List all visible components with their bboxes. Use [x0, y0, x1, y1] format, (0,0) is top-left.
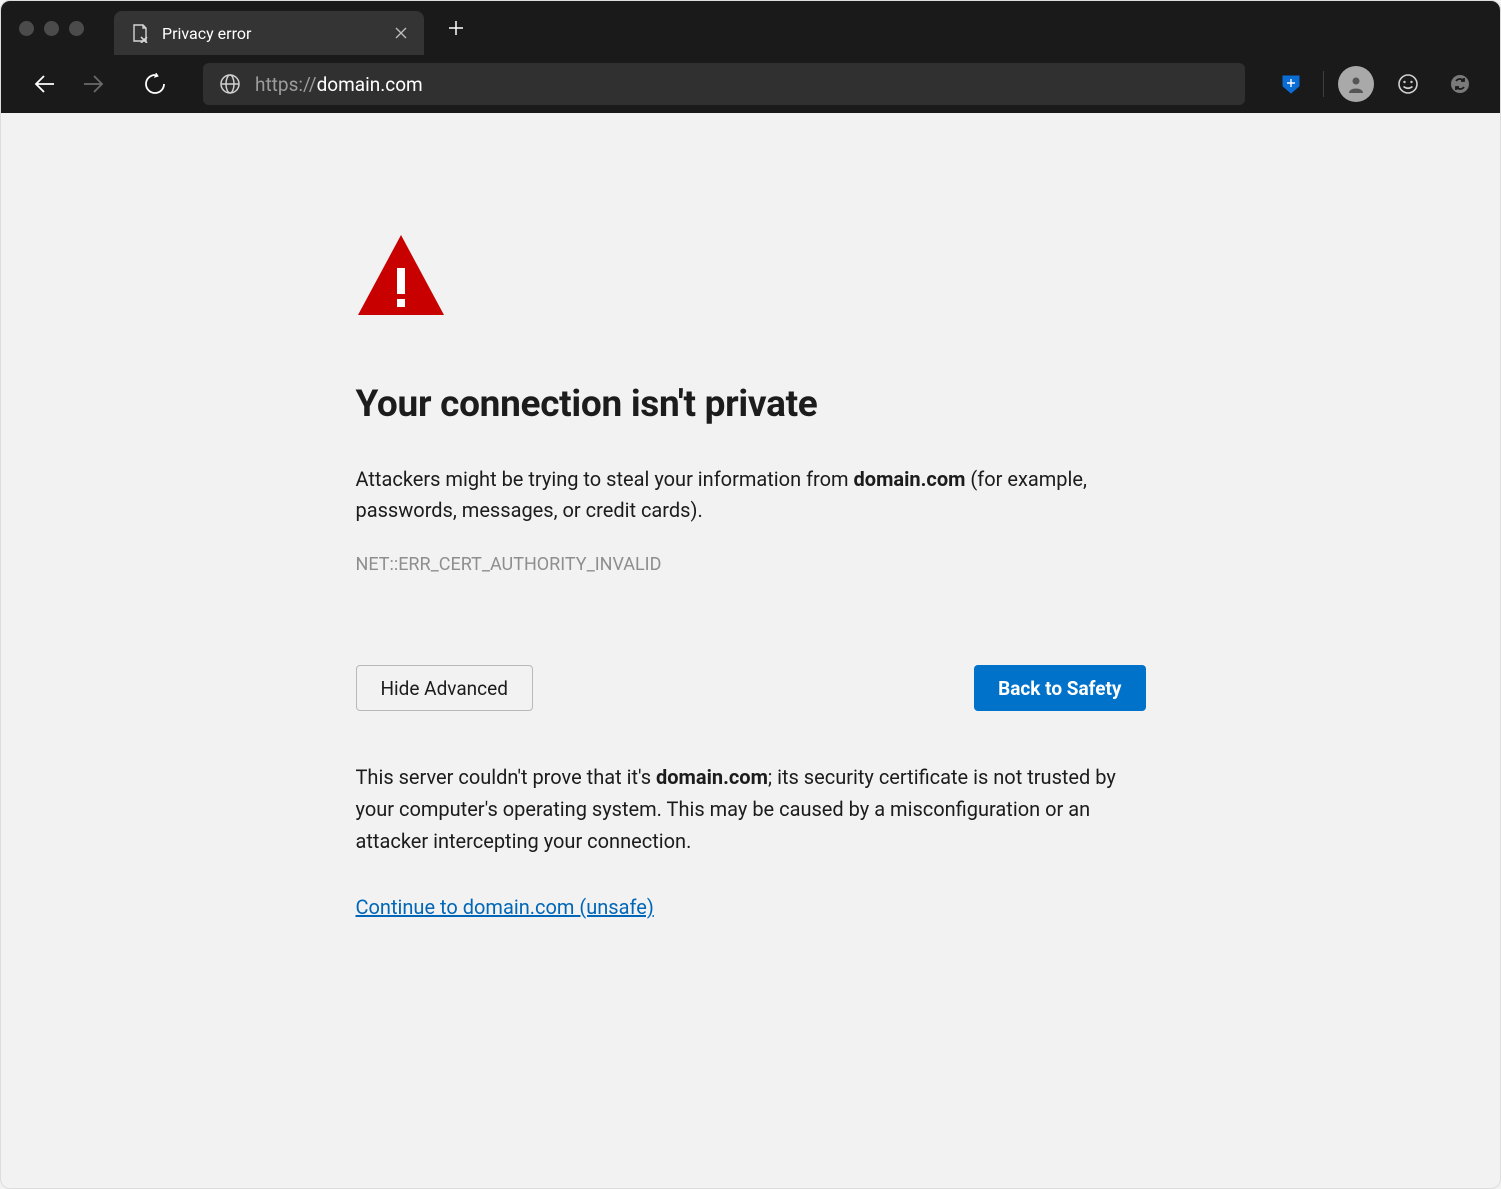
person-icon — [1346, 74, 1366, 94]
minimize-window-button[interactable] — [44, 21, 59, 36]
smiley-icon — [1397, 73, 1419, 95]
error-heading: Your connection isn't private — [356, 383, 1146, 426]
forward-button[interactable] — [73, 64, 113, 104]
back-button[interactable] — [25, 64, 65, 104]
toolbar-divider — [1323, 71, 1324, 97]
error-page: Your connection isn't private Attackers … — [356, 233, 1146, 919]
close-window-button[interactable] — [19, 21, 34, 36]
address-text: https://domain.com — [255, 73, 423, 96]
address-bar[interactable]: https://domain.com — [203, 63, 1245, 105]
proceed-unsafe-link[interactable]: Continue to domain.com (unsafe) — [356, 895, 654, 919]
window-controls — [19, 21, 84, 36]
avatar — [1338, 66, 1374, 102]
refresh-icon — [144, 73, 166, 95]
arrow-left-icon — [34, 73, 56, 95]
hide-advanced-button[interactable]: Hide Advanced — [356, 665, 533, 711]
refresh-button[interactable] — [135, 64, 175, 104]
button-row: Hide Advanced Back to Safety — [356, 665, 1146, 711]
error-code: NET::ERR_CERT_AUTHORITY_INVALID — [356, 554, 1146, 575]
shield-button[interactable] — [1271, 64, 1311, 104]
plus-icon — [448, 20, 464, 36]
browser-window: Privacy error — [0, 0, 1501, 1189]
error-body-domain: domain.com — [854, 467, 966, 491]
error-details: This server couldn't prove that it's dom… — [356, 761, 1146, 857]
error-body-pre: Attackers might be trying to steal your … — [356, 467, 854, 491]
titlebar: Privacy error — [1, 1, 1500, 55]
shield-icon — [1280, 73, 1302, 95]
globe-icon — [219, 73, 241, 95]
sync-icon — [1449, 73, 1471, 95]
profile-button[interactable] — [1336, 64, 1376, 104]
url-host: domain.com — [317, 73, 423, 96]
maximize-window-button[interactable] — [69, 21, 84, 36]
close-tab-button[interactable] — [392, 24, 410, 42]
details-domain: domain.com — [656, 765, 768, 789]
error-body: Attackers might be trying to steal your … — [356, 464, 1146, 526]
arrow-right-icon — [82, 73, 104, 95]
url-scheme: https:// — [255, 73, 317, 96]
details-pre: This server couldn't prove that it's — [356, 765, 657, 789]
page-error-icon — [130, 23, 150, 43]
toolbar: https://domain.com — [1, 55, 1500, 113]
browser-tab[interactable]: Privacy error — [114, 11, 424, 55]
warning-icon — [356, 233, 446, 323]
back-to-safety-button[interactable]: Back to Safety — [974, 665, 1145, 711]
sync-button[interactable] — [1440, 64, 1480, 104]
feedback-button[interactable] — [1388, 64, 1428, 104]
tab-title: Privacy error — [162, 24, 380, 43]
new-tab-button[interactable] — [438, 10, 474, 46]
page-content: Your connection isn't private Attackers … — [1, 113, 1500, 919]
toolbar-right — [1271, 64, 1480, 104]
